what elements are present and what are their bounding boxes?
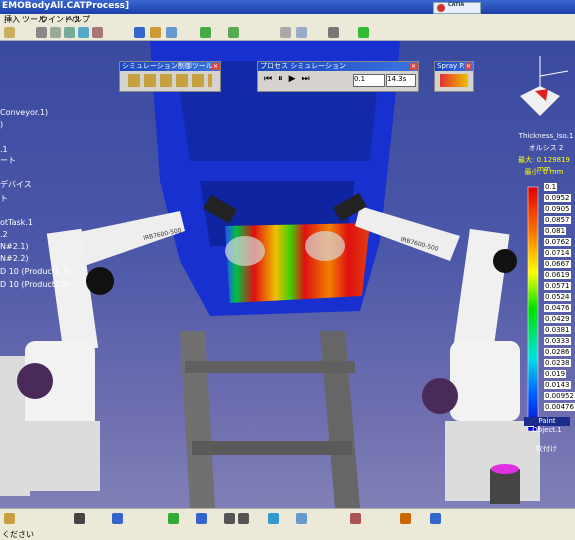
menu-help[interactable]: ヘルプ <box>66 14 90 25</box>
zoom-out-icon[interactable] <box>238 513 249 524</box>
product-icon[interactable] <box>50 27 61 38</box>
simulate-icon[interactable] <box>134 27 145 38</box>
zoom-in-icon[interactable] <box>224 513 235 524</box>
compass-icon <box>520 56 569 116</box>
process-icon[interactable] <box>78 27 89 38</box>
menu-bar: 挿入 ツール ウインドウ ヘルプ <box>0 14 575 25</box>
legend-value: 0.0143 <box>544 381 571 389</box>
sim-control-buttons[interactable] <box>128 74 212 87</box>
legend-value: 0.0381 <box>544 326 571 334</box>
legend-min: 最小: 0 mm <box>524 168 564 176</box>
paint-object-label: Paint Object.1 <box>524 417 570 434</box>
spray-triangle-icon[interactable] <box>200 27 211 38</box>
legend-value: 0.0714 <box>544 249 571 257</box>
legend-value: 0.1 <box>544 183 558 191</box>
time-field: 14.3s <box>386 74 416 87</box>
tree-icon[interactable] <box>296 27 307 38</box>
spray-tag: 吹付け <box>536 445 557 453</box>
step-input[interactable]: 0.1 <box>353 74 385 87</box>
legend-value: 0.0952 <box>544 194 571 202</box>
tool-icon[interactable] <box>400 513 411 524</box>
teach-icon[interactable] <box>150 27 161 38</box>
3d-viewport[interactable]: Conveyor.1) ) .1 ート デバイス ト otTask.1 .2 N… <box>0 41 575 508</box>
tree-item[interactable]: ) <box>0 119 3 131</box>
resource-icon[interactable] <box>64 27 75 38</box>
tree-item[interactable]: ト <box>0 193 8 205</box>
legend-value: 0.0905 <box>544 205 571 213</box>
paint-object <box>490 469 520 504</box>
legend-color-bar <box>527 186 539 432</box>
legend-value: 0.0524 <box>544 293 571 301</box>
tree-item[interactable]: N#2.1) <box>0 241 29 253</box>
tree-item[interactable]: otTask.1 <box>0 217 33 229</box>
sim-control-toolbar: シミュレーション制御ツール ✕ <box>119 61 221 92</box>
legend-value: 0.00952 <box>544 392 575 400</box>
legend-value: 0.0333 <box>544 337 571 345</box>
pan-icon[interactable] <box>196 513 207 524</box>
close-icon[interactable]: ✕ <box>212 63 219 70</box>
legend-value: 0.0429 <box>544 315 571 323</box>
table-icon[interactable] <box>112 513 123 524</box>
robot-icon[interactable] <box>92 27 103 38</box>
legend-value: 0.0238 <box>544 359 571 367</box>
status-bar: ください <box>0 528 575 540</box>
spray-cone-right <box>305 231 345 261</box>
spray-cone-left <box>225 236 265 266</box>
spray-buttons[interactable] <box>440 74 468 87</box>
legend-value: 0.0571 <box>544 282 571 290</box>
menu-insert[interactable]: 挿入 <box>4 14 20 25</box>
spray-toolbar: Spray P... ✕ <box>434 61 474 92</box>
legend-value: 0.0286 <box>544 348 571 356</box>
part-icon[interactable] <box>36 27 47 38</box>
view-icon[interactable] <box>268 513 279 524</box>
legend-value: 0.0476 <box>544 304 571 312</box>
window-title: EMOBodyAll.CATProcess] <box>2 1 130 11</box>
fly-icon[interactable] <box>168 513 179 524</box>
tree-item[interactable]: D 10 (Product1.7) <box>0 266 71 278</box>
legend-value: 0.019 <box>544 370 567 378</box>
workbench-icon[interactable] <box>4 27 15 38</box>
tree-item[interactable]: .2 <box>0 229 8 241</box>
analysis-icon[interactable] <box>430 513 441 524</box>
catia-logo: CATIA <box>433 2 481 14</box>
tree-item[interactable]: N#2.2) <box>0 253 29 265</box>
legend-subtitle: オルシス 2 <box>528 144 564 152</box>
sim-control-title: シミュレーション制御ツール <box>120 62 220 71</box>
path-icon[interactable] <box>228 27 239 38</box>
legend-value: 0.0762 <box>544 238 571 246</box>
tree-item[interactable]: D 10 (Product1.8) <box>0 279 71 291</box>
process-sim-title: プロセス シミュレーション <box>258 62 418 71</box>
render-icon[interactable] <box>296 513 307 524</box>
select-icon[interactable] <box>4 513 15 524</box>
status-text: ください <box>2 530 34 539</box>
tree-item[interactable]: Conveyor.1) <box>0 107 48 119</box>
legend-value: 0.0667 <box>544 260 571 268</box>
title-bar: EMOBodyAll.CATProcess] CATIA <box>0 0 575 14</box>
tree-item[interactable]: ート <box>0 155 16 167</box>
legend-value: 0.0857 <box>544 216 571 224</box>
close-icon[interactable]: ✕ <box>410 63 417 70</box>
process-sim-toolbar: プロセス シミュレーション ✕ ⏮⏸▶⏭ 0.1 14.3s <box>257 61 419 92</box>
tree-item[interactable]: デバイス <box>0 179 32 191</box>
gear-icon[interactable] <box>280 27 291 38</box>
formula-icon[interactable] <box>74 513 85 524</box>
measure-icon[interactable] <box>350 513 361 524</box>
bottom-toolbar <box>0 508 575 529</box>
jog-icon[interactable] <box>166 27 177 38</box>
pointer-icon[interactable] <box>328 27 339 38</box>
legend-value: 0.00476 <box>544 403 575 411</box>
close-icon[interactable]: ✕ <box>465 63 472 70</box>
legend-title: Thickness_Iso.1 <box>518 132 574 140</box>
playback-controls[interactable]: ⏮⏸▶⏭ <box>264 74 316 84</box>
legend-value: 0.0619 <box>544 271 571 279</box>
top-toolbar <box>0 25 575 41</box>
scene-graphics <box>0 41 569 508</box>
check-icon[interactable] <box>358 27 369 38</box>
legend-value: 0.081 <box>544 227 567 235</box>
